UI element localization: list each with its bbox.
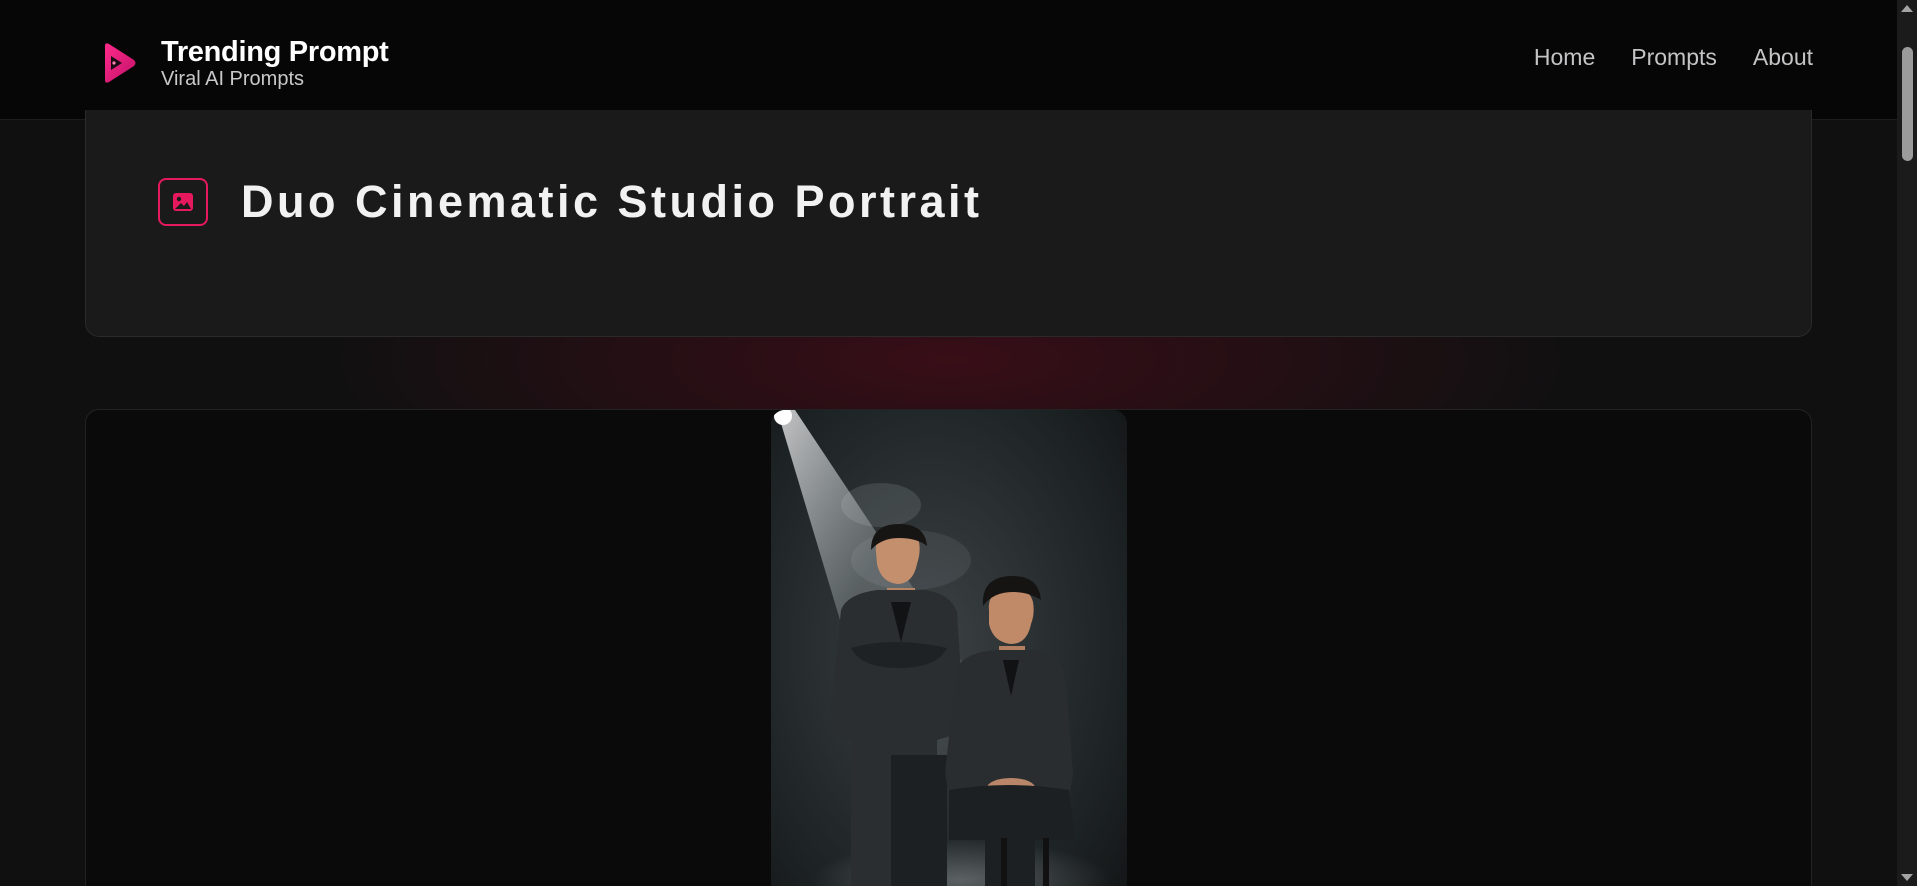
scroll-thumb[interactable] bbox=[1902, 47, 1913, 161]
play-logo-icon bbox=[105, 43, 136, 83]
page-scrollbar[interactable] bbox=[1897, 0, 1917, 886]
nav-home-link[interactable]: Home bbox=[1534, 44, 1595, 71]
prompt-title: Duo Cinematic Studio Portrait bbox=[241, 176, 983, 227]
prompt-image-card bbox=[85, 409, 1812, 886]
scroll-up-arrow-icon[interactable] bbox=[1901, 5, 1913, 12]
image-icon bbox=[158, 178, 208, 226]
nav-about-link[interactable]: About bbox=[1753, 44, 1813, 71]
main-nav: Home Prompts About bbox=[1534, 44, 1813, 71]
nav-prompts-link[interactable]: Prompts bbox=[1631, 44, 1717, 71]
brand-title: Trending Prompt bbox=[161, 36, 389, 68]
brand[interactable]: Trending Prompt Viral AI Prompts bbox=[101, 36, 389, 90]
prompt-title-card: Duo Cinematic Studio Portrait bbox=[85, 110, 1812, 337]
scroll-down-arrow-icon[interactable] bbox=[1901, 874, 1913, 881]
site-header: Trending Prompt Viral AI Prompts Home Pr… bbox=[0, 0, 1897, 120]
brand-subtitle: Viral AI Prompts bbox=[161, 68, 305, 90]
portrait-photo[interactable] bbox=[771, 410, 1127, 886]
